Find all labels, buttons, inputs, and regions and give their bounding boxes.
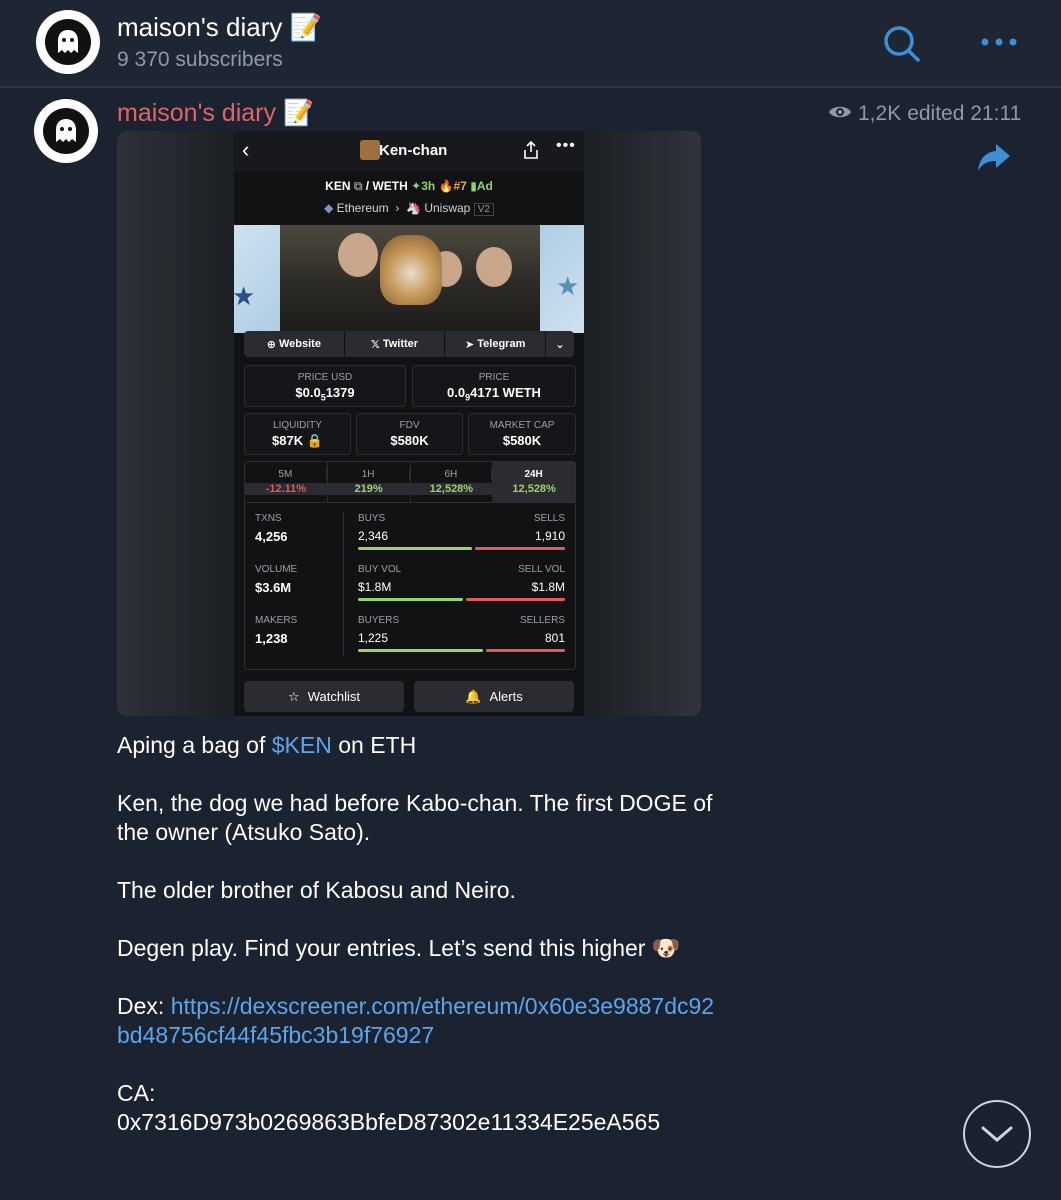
forward-icon[interactable] bbox=[974, 140, 1014, 174]
message-author[interactable]: maison's diary 📝 bbox=[117, 99, 314, 128]
chevron-down-icon bbox=[981, 1126, 1013, 1142]
eye-icon bbox=[828, 102, 852, 126]
message-text: Aping a bag of $KEN on ETH Ken, the dog … bbox=[117, 731, 717, 1166]
edited-time: edited 21:11 bbox=[907, 102, 1022, 125]
social-links: ⊕ Website 𝕏 Twitter ➤ Telegram ⌄ bbox=[244, 331, 574, 357]
ghost-icon bbox=[43, 108, 89, 154]
website-link: ⊕ Website bbox=[244, 331, 345, 357]
channel-avatar[interactable] bbox=[36, 10, 100, 74]
star-outline-icon: ☆ bbox=[288, 688, 300, 704]
token-pair: KEN ⧉ / WETH ✦3h 🔥#7 ▮Ad bbox=[325, 179, 493, 193]
contract-address: 0x7316D973b0269863BbfeD87302e11334E25eA5… bbox=[117, 1109, 661, 1135]
liquidity-box: LIQUIDITY $87K 🔒 bbox=[244, 413, 351, 455]
ghost-icon bbox=[45, 19, 91, 65]
screenshot-title: Ken-chan bbox=[379, 142, 448, 159]
trade-stats: TXNS 4,256 BUYS 2,346 SELLS 1,910 VOLUME… bbox=[244, 501, 576, 670]
back-icon: ‹ bbox=[242, 137, 250, 162]
tab-5m: 5M -12.11% bbox=[245, 462, 328, 502]
ticker-link[interactable]: $KEN bbox=[272, 732, 332, 758]
text-para-3: The older brother of Kabosu and Neiro. bbox=[117, 877, 516, 903]
text-line-1: Aping a bag of $KEN on ETH bbox=[117, 732, 417, 758]
price-box: PRICE 0.094171 WETH bbox=[412, 365, 576, 407]
lock-icon: 🔒 bbox=[306, 433, 323, 448]
banner-photo bbox=[280, 225, 540, 333]
token-banner: ★ ★ bbox=[232, 225, 584, 333]
watchlist-button: ☆ Watchlist bbox=[244, 681, 404, 712]
bell-icon: 🔔 bbox=[465, 688, 482, 704]
message-media-image[interactable]: ‹ Ken-chan ••• KEN ⧉ / WETH ✦3h 🔥#7 ▮Ad … bbox=[117, 131, 701, 716]
market-cap-box: MARKET CAP $580K bbox=[468, 413, 576, 455]
telegram-link: ➤ Telegram bbox=[445, 331, 547, 357]
makers-row: MAKERS 1,238 BUYERS 1,225 SELLERS 801 bbox=[245, 615, 575, 665]
chain-info: ◆ Ethereum › 🦄 Uniswap V2 bbox=[234, 201, 584, 216]
more-options-icon[interactable] bbox=[978, 28, 1022, 58]
tab-6h: 6H 12,528% bbox=[410, 462, 494, 502]
share-icon bbox=[523, 140, 539, 164]
dex-line: Dex: https://dexscreener.com/ethereum/0x… bbox=[117, 993, 715, 1048]
star-icon: ★ bbox=[232, 281, 256, 311]
view-count: 1,2K bbox=[858, 102, 902, 125]
star-icon: ★ bbox=[556, 271, 580, 301]
dex-link[interactable]: https://dexscreener.com/ethereum/0x60e3e… bbox=[117, 993, 714, 1048]
dexscreener-screenshot: ‹ Ken-chan ••• KEN ⧉ / WETH ✦3h 🔥#7 ▮Ad … bbox=[232, 131, 584, 716]
search-icon[interactable] bbox=[880, 22, 924, 66]
fdv-box: FDV $580K bbox=[356, 413, 463, 455]
price-usd-box: PRICE USD $0.051379 bbox=[244, 365, 406, 407]
subscriber-count: 9 370 subscribers bbox=[117, 48, 283, 71]
chevron-down-icon: ⌄ bbox=[555, 338, 565, 351]
author-avatar[interactable] bbox=[34, 99, 98, 163]
more-icon: ••• bbox=[556, 137, 576, 154]
channel-header: maison's diary 📝 9 370 subscribers bbox=[0, 0, 1061, 88]
message-meta: 1,2K edited 21:11 bbox=[828, 102, 1021, 126]
timeframe-tabs: 5M -12.11% 1H 219% 6H 12,528% 24H 12,528% bbox=[244, 461, 576, 503]
alerts-button: 🔔 Alerts bbox=[414, 681, 574, 712]
twitter-link: 𝕏 Twitter bbox=[345, 331, 446, 357]
volume-row: VOLUME $3.6M BUY VOL $1.8M SELL VOL $1.8… bbox=[245, 564, 575, 614]
tab-24h: 24H 12,528% bbox=[493, 462, 575, 502]
scroll-down-button[interactable] bbox=[963, 1100, 1031, 1168]
ca-line: CA: 0x7316D973b0269863BbfeD87302e11334E25… bbox=[117, 1080, 661, 1135]
channel-title[interactable]: maison's diary 📝 bbox=[117, 12, 322, 43]
tab-1h: 1H 219% bbox=[327, 462, 411, 502]
token-logo bbox=[360, 140, 380, 160]
text-para-2: Ken, the dog we had before Kabo-chan. Th… bbox=[117, 790, 719, 845]
txns-row: TXNS 4,256 BUYS 2,346 SELLS 1,910 bbox=[245, 513, 575, 563]
dog-figure bbox=[380, 235, 442, 305]
text-para-4: Degen play. Find your entries. Let’s sen… bbox=[117, 935, 681, 961]
